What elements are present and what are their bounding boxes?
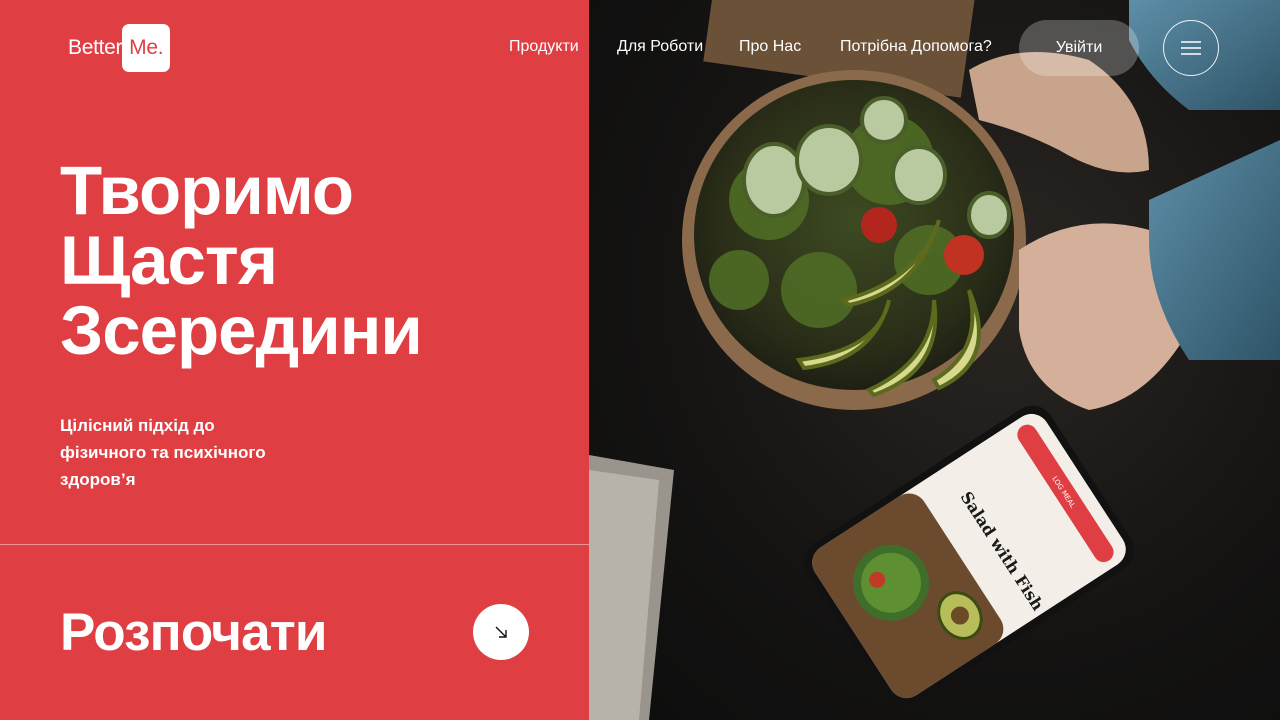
arrow-down-right-icon [495, 626, 507, 638]
start-arrow-button[interactable] [473, 604, 529, 660]
hero-panel: Better Me. Творимо Щастя Зсередини Ціліс… [0, 0, 589, 720]
nav-link-for-work[interactable]: Для Роботи [617, 38, 703, 56]
hero-photo: Salad with Fish LOG MEAL [589, 0, 1280, 720]
cta-label[interactable]: Розпочати [60, 598, 328, 668]
hero-subtitle: Цілісний підхід до фізичного та психічно… [60, 416, 266, 489]
hero-title-line: Творимо [60, 152, 354, 229]
login-button[interactable]: Увійти [1019, 20, 1139, 76]
hero-title-line: Щастя [60, 222, 278, 299]
salad-photo-illustration: Salad with Fish LOG MEAL [589, 0, 1280, 720]
nav-link-about[interactable]: Про Нас [739, 38, 801, 56]
divider [0, 544, 589, 545]
nav-link-help[interactable]: Потрібна Допомога? [840, 38, 992, 56]
hamburger-menu-icon [1181, 41, 1201, 55]
nav-link-products[interactable]: Продукти [509, 38, 579, 56]
top-navigation: Продукти Для Роботи Про Нас Потрібна Доп… [0, 20, 1280, 76]
hero-title: Творимо Щастя Зсередини [60, 152, 423, 369]
menu-button[interactable] [1163, 20, 1219, 76]
hero-title-line: Зсередини [60, 292, 423, 369]
